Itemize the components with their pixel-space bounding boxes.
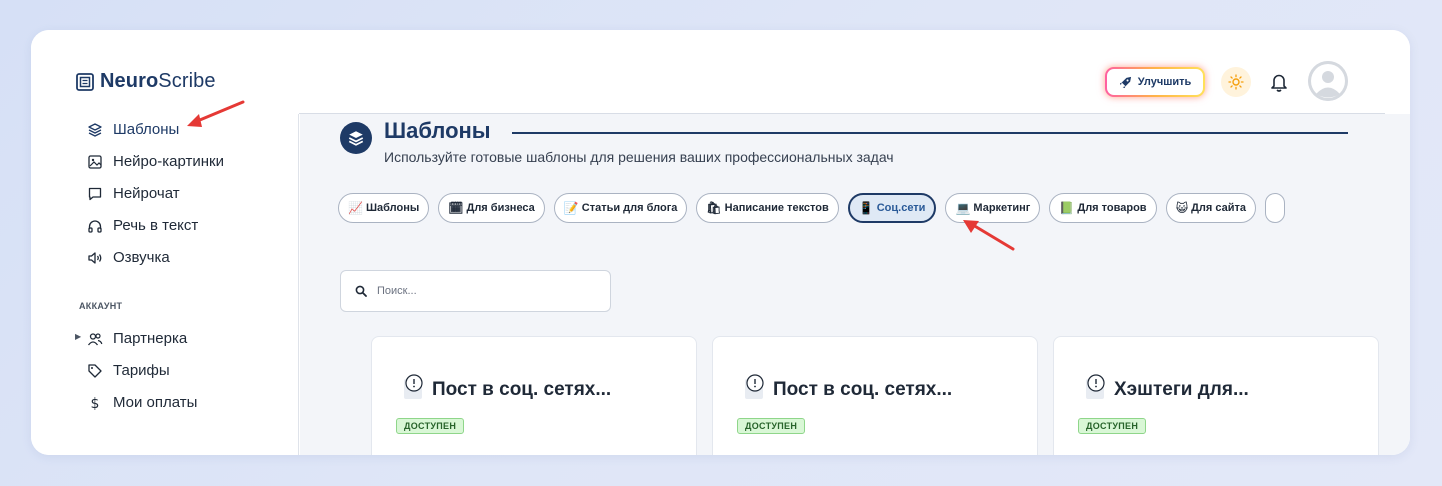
bell-icon — [1271, 74, 1287, 92]
template-document-icon — [404, 374, 423, 399]
upgrade-button[interactable]: Улучшить — [1105, 67, 1205, 97]
category-chips: 📈 Шаблоны 🗓 Для бизнеса 📝 Статьи для блога … — [338, 193, 1286, 223]
logo-icon — [76, 72, 94, 91]
sidebar-item-tariffs[interactable]: Тарифы — [87, 362, 170, 379]
notifications-button[interactable] — [1268, 71, 1290, 93]
template-card[interactable]: Пост в соц. сетях... ДОСТУПЕН — [371, 336, 697, 455]
sidebar: Шаблоны Нейро-картинки Нейрочат Речь в т… — [31, 114, 299, 455]
sidebar-item-speech-to-text[interactable]: Речь в текст — [87, 217, 198, 234]
template-card[interactable]: Пост в соц. сетях... ДОСТУПЕН — [712, 336, 1038, 455]
search-box[interactable] — [340, 270, 611, 312]
status-badge: ДОСТУПЕН — [396, 418, 465, 434]
chip-business[interactable]: 🗓 Для бизнеса — [438, 193, 545, 223]
avatar[interactable] — [1308, 61, 1348, 101]
users-icon — [87, 332, 103, 345]
chip-blog-articles[interactable]: 📝 Статьи для блога — [553, 193, 688, 223]
template-card[interactable]: Хэштеги для... ДОСТУПЕН — [1053, 336, 1379, 455]
chip-products[interactable]: 📗 Для товаров — [1049, 193, 1157, 223]
title-divider — [512, 132, 1348, 134]
templates-title-icon — [340, 122, 372, 154]
user-avatar-icon — [1308, 61, 1348, 101]
sidebar-item-label: Озвучка — [113, 249, 170, 266]
sidebar-item-voiceover[interactable]: Озвучка — [87, 249, 170, 266]
chip-templates[interactable]: 📈 Шаблоны — [338, 193, 430, 223]
chat-icon — [88, 187, 102, 200]
sidebar-item-templates[interactable]: Шаблоны — [87, 121, 179, 138]
layers-icon — [88, 122, 102, 137]
app-window: NeuroScribe Улучшить Шаблоны Нейро-карти… — [31, 30, 1410, 455]
template-document-icon — [745, 374, 764, 399]
logo-text: NeuroScribe — [100, 70, 216, 92]
search-icon — [355, 285, 367, 297]
chip-partial-next[interactable] — [1265, 193, 1286, 223]
page-title: Шаблоны — [384, 118, 491, 143]
sidebar-item-label: Речь в текст — [113, 217, 199, 234]
logo[interactable]: NeuroScribe — [76, 70, 216, 93]
sidebar-item-label: Партнерка — [113, 330, 188, 347]
chip-marketing[interactable]: 💻 Маркетинг — [945, 193, 1041, 223]
template-document-icon — [1086, 374, 1105, 399]
expand-caret-icon[interactable]: ▶ — [75, 332, 81, 341]
sidebar-item-label: Мои оплаты — [113, 394, 198, 411]
card-title: Хэштеги для... — [1114, 379, 1249, 400]
main-content: Шаблоны Используйте готовые шаблоны для … — [300, 114, 1410, 455]
headphones-icon — [88, 219, 102, 233]
sidebar-item-label: Нейро-картинки — [113, 153, 224, 170]
section-label-account: АККАУНТ — [79, 301, 123, 311]
chip-social-media[interactable]: 📱 Соц.сети — [847, 193, 937, 223]
top-header: NeuroScribe Улучшить — [31, 30, 1410, 114]
status-badge: ДОСТУПЕН — [1078, 418, 1147, 434]
dollar-icon: $ — [91, 396, 100, 411]
tag-icon — [88, 363, 102, 378]
upgrade-label: Улучшить — [1137, 76, 1192, 88]
card-title: Пост в соц. сетях... — [432, 379, 612, 400]
layers-icon — [348, 131, 364, 146]
status-badge: ДОСТУПЕН — [737, 418, 806, 434]
sidebar-item-label: Нейрочат — [113, 185, 180, 202]
sidebar-item-label: Тарифы — [113, 362, 170, 379]
sidebar-item-my-payments[interactable]: $ Мои оплаты — [87, 394, 198, 411]
sidebar-item-label: Шаблоны — [113, 121, 180, 138]
svg-text:$: $ — [91, 396, 100, 411]
chip-website[interactable]: 😺 Для сайта — [1165, 193, 1257, 223]
sidebar-item-partners[interactable]: Партнерка — [87, 330, 187, 347]
page-subtitle: Используйте готовые шаблоны для решения … — [384, 149, 894, 165]
chip-copywriting[interactable]: 🛍 Написание текстов — [696, 193, 839, 223]
rocket-icon — [1119, 76, 1131, 88]
speaker-icon — [88, 251, 102, 264]
sun-icon — [1228, 74, 1244, 90]
search-input[interactable] — [377, 285, 597, 297]
theme-toggle-button[interactable] — [1221, 67, 1251, 97]
sidebar-item-neurochat[interactable]: Нейрочат — [87, 185, 180, 202]
sidebar-item-neuro-images[interactable]: Нейро-картинки — [87, 153, 224, 170]
card-title: Пост в соц. сетях... — [773, 379, 953, 400]
image-icon — [88, 154, 102, 169]
